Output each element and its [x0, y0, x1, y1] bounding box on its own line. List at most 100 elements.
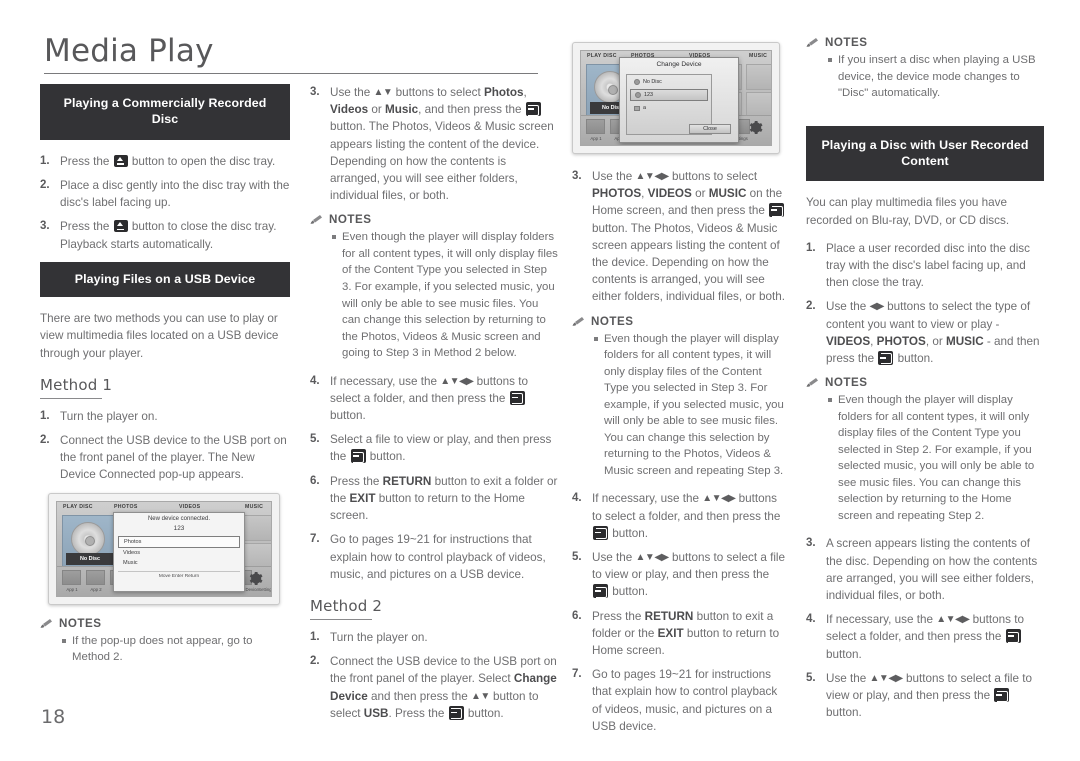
notes-block-col4-top: NOTES If you insert a disc when playing … [806, 36, 1044, 102]
step-number: 1. [40, 409, 50, 422]
enter-button-icon [878, 350, 894, 365]
tv-tab-play-disc: PLAY DISC [63, 503, 93, 510]
steps-method-1: 1. Turn the player on. 2. Connect the USB d… [40, 408, 290, 484]
popup-device-name: 123 [173, 524, 185, 532]
folder-icon [634, 105, 640, 111]
notes-label: NOTES [329, 213, 372, 227]
eject-button-icon [113, 154, 128, 167]
popup-item-photos[interactable]: Photos [118, 535, 240, 548]
enter-button-icon [525, 102, 541, 117]
steps-col3-after: 4. If necessary, use the ▲▼◀▶ buttons to … [572, 490, 787, 735]
step-item: 1. Place a user recorded disc into the di… [806, 241, 1030, 290]
steps-col4-top: 1. Place a user recorded disc into the di… [806, 240, 1044, 367]
step-number: 7. [310, 533, 320, 546]
notes-heading: NOTES [310, 213, 558, 226]
tv-app-icon [586, 119, 605, 134]
page-header: Media Play [44, 36, 538, 74]
notes-label: NOTES [59, 616, 102, 630]
step-number: 5. [572, 551, 582, 564]
pencil-icon [40, 618, 53, 629]
method-2-underline [310, 618, 372, 620]
step-number: 4. [572, 492, 582, 505]
step-item: 5. Use the ▲▼◀▶ buttons to select a file … [806, 671, 1033, 720]
pencil-icon [806, 37, 819, 48]
enter-button-icon [350, 449, 366, 464]
notes-heading: NOTES [40, 617, 290, 630]
section-banner-user-recorded: Playing a Disc with User Recorded Conten… [806, 125, 1044, 182]
dialog-close-button[interactable]: Close [689, 124, 731, 134]
step-item: 5. Select a file to view or play, and the… [310, 433, 552, 464]
step-number: 5. [310, 433, 320, 446]
note-item: Even though the player will display fold… [828, 392, 1044, 524]
popup-title: New device connected. [147, 515, 211, 522]
tv-tab-photos: PHOTOS [114, 503, 138, 510]
note-item: Even though the player will display fold… [332, 229, 558, 361]
step-item: 6. Press the RETURN button to exit a fold… [310, 474, 558, 523]
steps-col2-after: 4. If necessary, use the ▲▼◀▶ buttons to … [310, 373, 558, 583]
step-item: 2. Place a disc gently into the disc tray… [40, 178, 290, 210]
step-item: 2. Use the ◀▶ buttons to select the type … [806, 300, 1040, 365]
column-1: Playing a Commercially Recorded Disc 1. P… [40, 84, 290, 677]
step-number: 6. [572, 609, 582, 622]
usb-intro-text: There are two methods you can use to pla… [40, 312, 279, 360]
notes-heading: NOTES [572, 315, 787, 328]
tv-screen: PLAY DISC PHOTOS VIDEOS MUSIC No Disc Ap… [56, 500, 272, 597]
column-2: 3. Use the ▲▼ buttons to select Photos, V… [310, 84, 558, 731]
tv-screenshot-new-device: PLAY DISC PHOTOS VIDEOS MUSIC No Disc Ap… [48, 492, 280, 605]
tv-tab-music: MUSIC [245, 503, 264, 510]
enter-button-icon [448, 705, 464, 720]
steps-col3-top: 3. Use the ▲▼◀▶ buttons to select PHOTOS,… [572, 168, 787, 306]
pencil-icon [806, 377, 819, 388]
notes-list: If the pop-up does not appear, go to Met… [40, 633, 290, 666]
step-number: 2. [40, 178, 50, 191]
tv-screen: PLAY DISC PHOTOS VIDEOS MUSIC No Disc Ap… [580, 50, 772, 146]
eject-button-icon [113, 220, 128, 233]
note-item: Even though the player will display fold… [594, 331, 787, 480]
tv-screenshot-change-device: PLAY DISC PHOTOS VIDEOS MUSIC No Disc Ap… [572, 42, 780, 154]
tv-tab-play-disc: PLAY DISC [587, 53, 617, 59]
step-item: 3. Use the ▲▼◀▶ buttons to select PHOTOS,… [572, 170, 785, 304]
tv-app-label: Settings [258, 586, 272, 592]
popup-item-videos[interactable]: Videos [118, 548, 240, 558]
popup-hint-bar: Move Enter Return [118, 570, 240, 581]
tv-tab-music: MUSIC [749, 53, 768, 59]
enter-button-icon [1005, 629, 1021, 644]
page-number: 18 [41, 706, 66, 728]
notes-block-col3: NOTES Even though the player will displa… [572, 315, 787, 480]
enter-button-icon [509, 390, 525, 405]
dialog-item-a[interactable]: a [630, 103, 708, 113]
step-number: 6. [310, 474, 320, 487]
notes-list: Even though the player will display fold… [310, 229, 558, 361]
step-item: 7. Go to pages 19~21 for instructions tha… [310, 533, 546, 581]
pencil-icon [572, 316, 585, 327]
steps-col4-after: 3. A screen appears listing the contents … [806, 535, 1044, 721]
step-number: 3. [40, 220, 50, 233]
step-number: 3. [310, 86, 320, 98]
dialog-item-no-disc[interactable]: No Disc [630, 77, 708, 87]
step-number: 2. [310, 655, 320, 668]
tv-tab-videos: VIDEOS [179, 503, 201, 510]
step-number: 2. [40, 433, 50, 446]
disc-dot-icon [634, 79, 640, 85]
step-number: 2. [806, 300, 816, 313]
enter-button-icon [994, 688, 1010, 703]
dialog-item-label: No Disc [643, 79, 662, 85]
step-item: 1. Turn the player on. [310, 630, 428, 644]
step-number: 4. [310, 374, 320, 387]
step-number: 5. [806, 671, 816, 684]
notes-list: If you insert a disc when playing a USB … [806, 52, 1044, 102]
disc-icon [71, 521, 105, 556]
step-number: 1. [310, 630, 320, 643]
popup-item-music[interactable]: Music [118, 558, 240, 568]
user-recorded-intro: You can play multimedia files you have r… [806, 196, 1010, 227]
step-item: 7. Go to pages 19~21 for instructions tha… [572, 668, 778, 733]
note-item: If the pop-up does not appear, go to Met… [62, 633, 290, 666]
method-1-heading: Method 1 [40, 375, 113, 394]
tv-app-label: App 1 [66, 586, 78, 592]
step-number: 3. [806, 537, 816, 550]
notes-heading: NOTES [806, 36, 1044, 49]
dialog-item-123[interactable]: 123 [630, 89, 708, 101]
manual-page: Media Play Playing a Commercially Record… [0, 0, 1080, 761]
step-number: 1. [806, 241, 816, 254]
note-item: If you insert a disc when playing a USB … [828, 52, 1044, 102]
